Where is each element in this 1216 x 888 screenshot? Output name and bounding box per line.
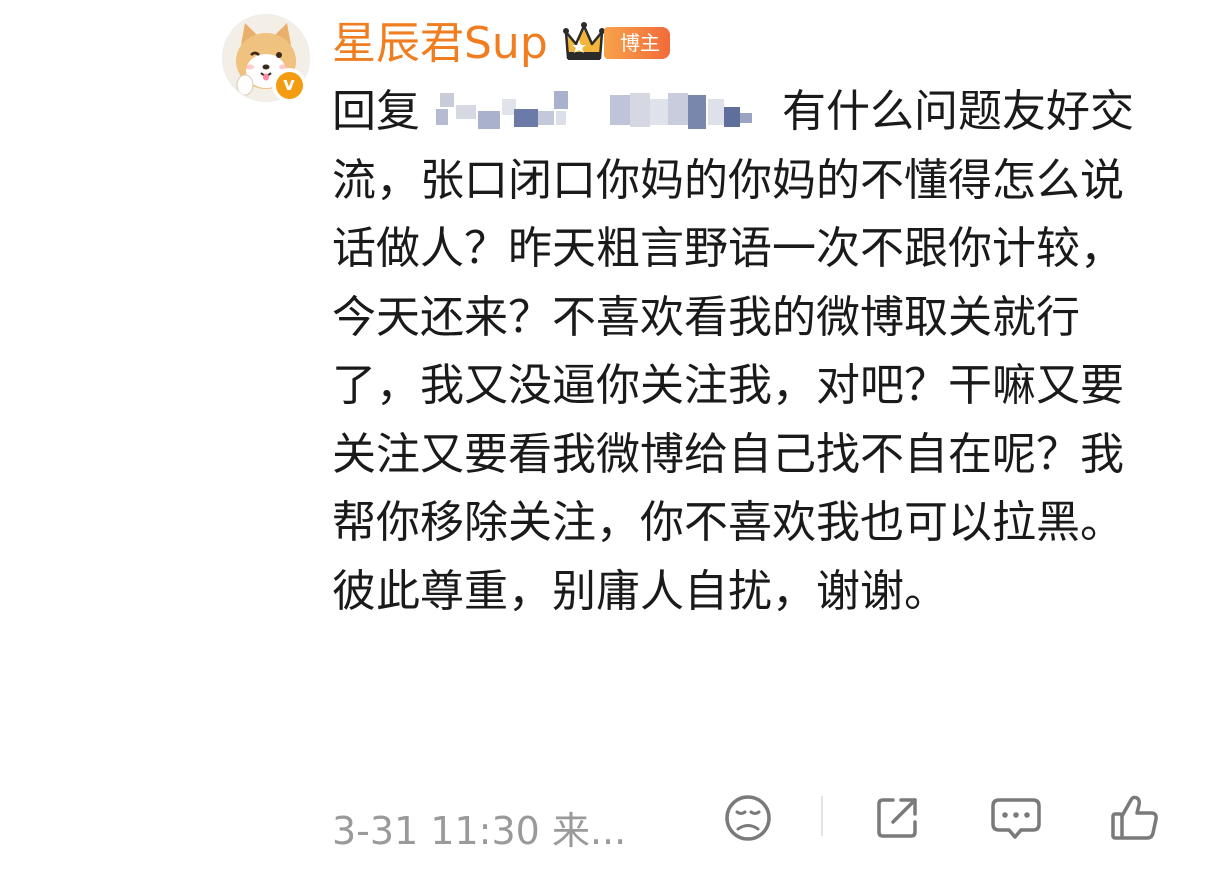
comment-time: 3-31 11:30 — [332, 809, 540, 853]
share-icon — [877, 798, 917, 838]
sad-face-icon — [725, 795, 771, 841]
action-divider — [821, 796, 823, 836]
thumbs-up-icon — [1111, 795, 1158, 840]
blogger-badge: 博主 — [604, 27, 670, 59]
comment-source[interactable]: 来... — [552, 809, 626, 853]
comment-bubble-icon — [991, 798, 1041, 839]
verified-badge: v — [272, 68, 306, 102]
dislike-button[interactable] — [720, 790, 776, 846]
reply-button[interactable] — [988, 790, 1044, 846]
like-button[interactable] — [1106, 790, 1162, 846]
reply-prefix: 回复 — [332, 86, 420, 137]
share-button[interactable] — [869, 790, 925, 846]
comment-body: 有什么问题友好交流，张口闭口你妈的你妈的不懂得怎么说话做人？昨天粗言野语一次不跟… — [332, 86, 1134, 617]
verified-icon: v — [275, 71, 303, 99]
redacted-username — [426, 85, 776, 135]
comment-meta: 3-31 11:30 来... — [332, 806, 626, 856]
comment-text: 回复 有什么问题友好交流，张口闭口你妈的你妈的不懂得怎么说话做人？昨天粗言野语一… — [332, 78, 1152, 626]
author-name[interactable]: 星辰君Sup — [332, 14, 548, 74]
